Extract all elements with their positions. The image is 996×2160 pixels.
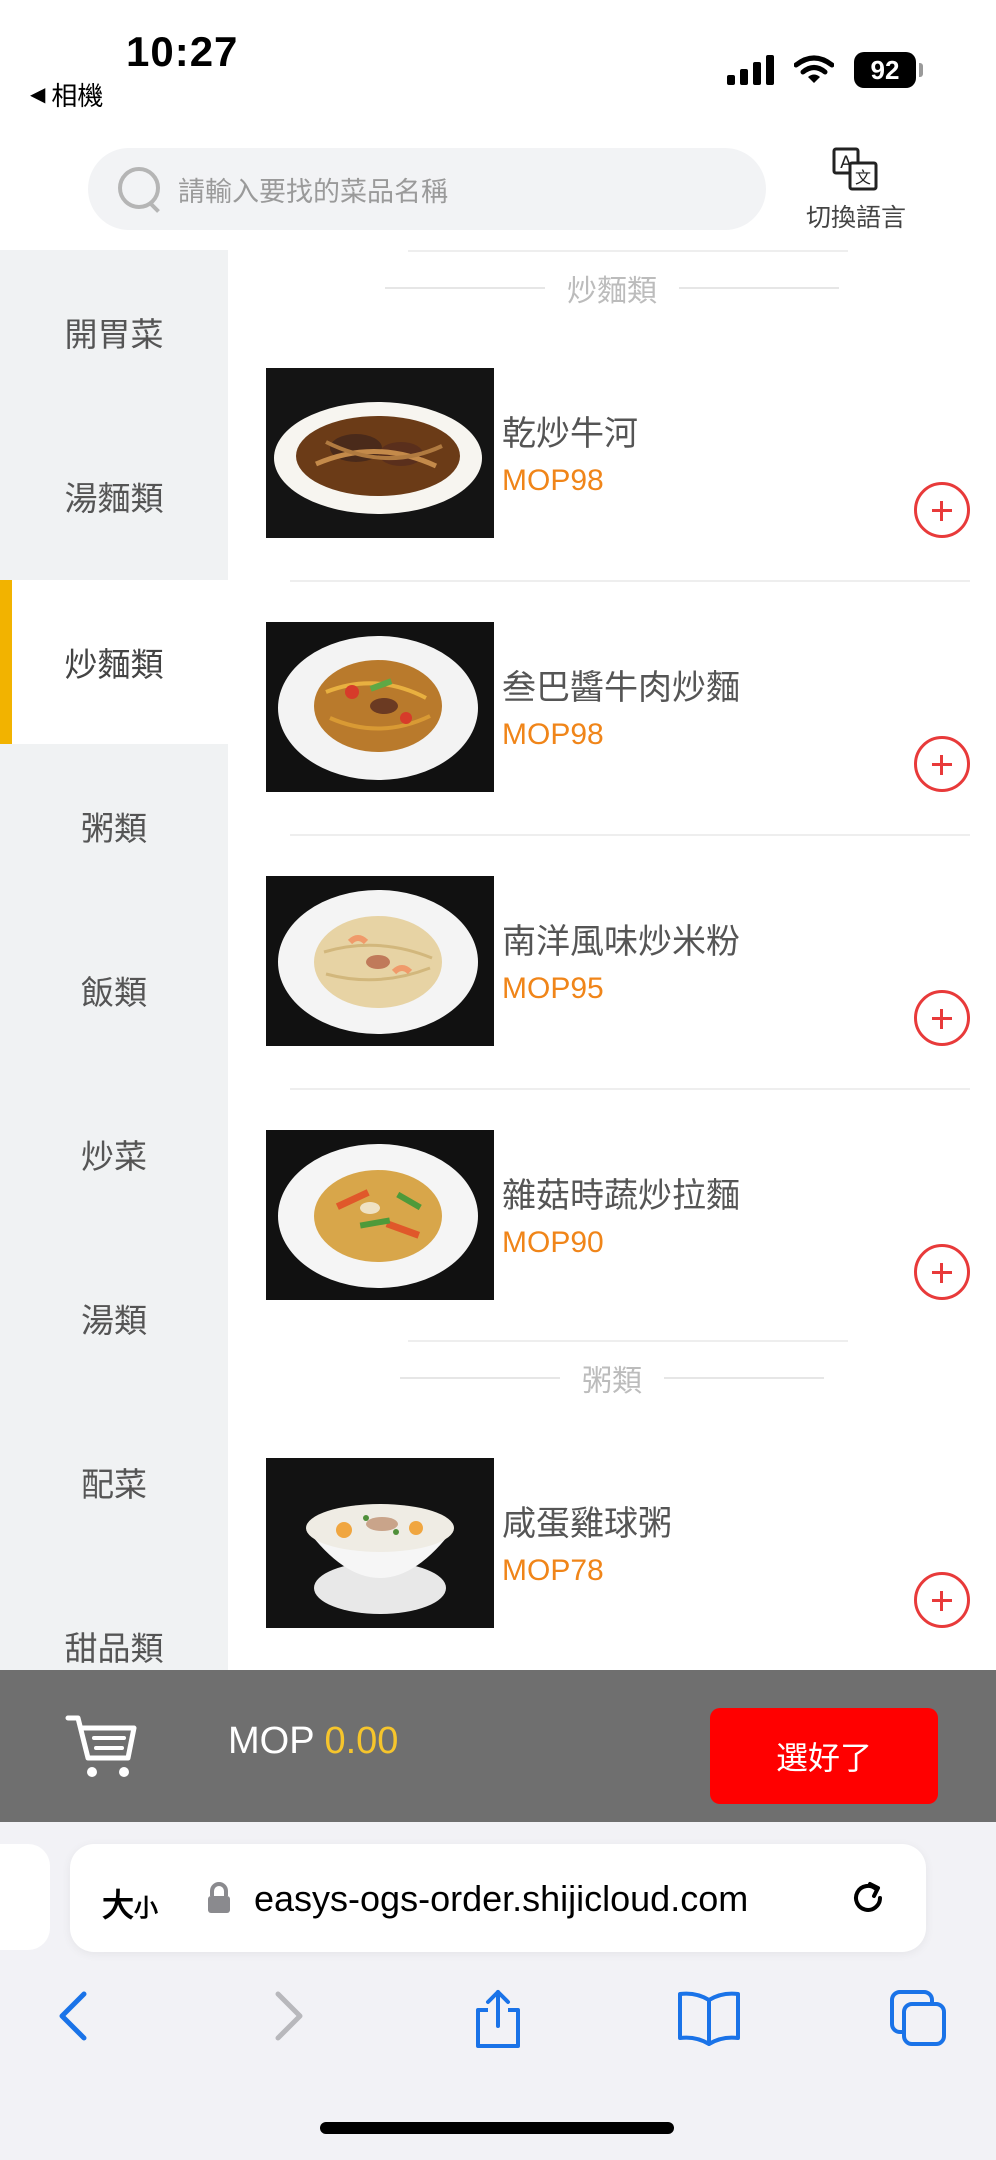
dish-name: 雜菇時蔬炒拉麵: [502, 1177, 740, 1215]
dish-image: [266, 368, 494, 538]
dish-divider: [290, 834, 970, 836]
text-size-small: 小: [134, 1895, 159, 1922]
tabs-icon[interactable]: [888, 1988, 948, 2048]
lock-icon: [208, 1882, 230, 1913]
section-header: 炒麵類: [228, 258, 996, 318]
svg-text:文: 文: [855, 168, 871, 187]
reload-icon[interactable]: [846, 1876, 890, 1920]
home-indicator[interactable]: [320, 2122, 674, 2134]
dish-price: MOP98: [502, 464, 604, 497]
dish-image: [266, 1130, 494, 1300]
section-header: 粥類: [228, 1348, 996, 1408]
dish-card[interactable]: 咸蛋雞球粥 MOP78: [228, 1458, 996, 1670]
switch-language-button[interactable]: A 文 切換語言: [796, 146, 916, 236]
dish-image: [266, 622, 494, 792]
cart-bar: MOP 0.00 選好了: [0, 1670, 996, 1822]
address-bar[interactable]: 大小 easys-ogs-order.shijicloud.com: [70, 1844, 926, 1952]
back-app-label: 相機: [51, 81, 104, 111]
back-triangle-icon: ◀: [30, 84, 46, 106]
section-line: [400, 1377, 560, 1379]
cellular-signal-icon: [727, 55, 774, 85]
section-divider: [408, 1340, 848, 1342]
dish-card[interactable]: 南洋風味炒米粉 MOP95: [228, 876, 996, 1130]
status-time: 10:27: [126, 28, 239, 75]
add-to-cart-button[interactable]: [914, 1572, 970, 1628]
dish-name: 叁巴醬牛肉炒麵: [502, 669, 740, 707]
dish-image: [266, 1458, 494, 1628]
dish-name: 咸蛋雞球粥: [502, 1505, 672, 1543]
category-item[interactable]: 炒菜: [0, 1072, 228, 1236]
add-to-cart-button[interactable]: [914, 736, 970, 792]
text-size-button[interactable]: 大小: [102, 1880, 158, 1926]
dish-image: [266, 876, 494, 1046]
dish-price: MOP90: [502, 1226, 604, 1259]
cart-total: MOP 0.00: [228, 1720, 398, 1763]
status-icons: 92: [727, 52, 923, 88]
checkout-button[interactable]: 選好了: [710, 1708, 938, 1804]
category-item[interactable]: 開胃菜: [0, 250, 228, 414]
search-placeholder: 請輸入要找的菜品名稱: [178, 176, 448, 207]
menu-list[interactable]: 炒麵類 乾炒牛河 MOP98 叁巴醬牛肉炒麵 MOP98 南洋風味炒米粉 MOP…: [228, 250, 996, 1670]
shopping-cart-icon[interactable]: [64, 1712, 140, 1782]
cart-amount: 0.00: [324, 1720, 399, 1762]
browser-toolbar: [0, 1982, 996, 2102]
category-item[interactable]: 飯類: [0, 908, 228, 1072]
search-icon: [116, 165, 164, 213]
dish-price: MOP78: [502, 1554, 604, 1587]
category-item[interactable]: 粥類: [0, 744, 228, 908]
add-to-cart-button[interactable]: [914, 990, 970, 1046]
search-input[interactable]: 請輸入要找的菜品名稱: [88, 148, 766, 230]
share-icon[interactable]: [470, 1988, 526, 2050]
translate-icon: A 文: [832, 147, 878, 191]
section-line: [664, 1377, 824, 1379]
category-item[interactable]: 配菜: [0, 1400, 228, 1564]
dish-name: 南洋風味炒米粉: [502, 923, 740, 961]
cart-currency: MOP: [228, 1720, 314, 1762]
section-line: [679, 287, 839, 289]
url-text: easys-ogs-order.shijicloud.com: [254, 1878, 749, 1919]
dish-price: MOP98: [502, 718, 604, 751]
category-item[interactable]: 湯類: [0, 1236, 228, 1400]
back-chevron-icon[interactable]: [54, 1988, 94, 2044]
section-title: 粥類: [582, 1365, 642, 1398]
section-divider: [408, 250, 848, 252]
dish-divider: [290, 580, 970, 582]
dish-name: 乾炒牛河: [502, 415, 638, 453]
add-to-cart-button[interactable]: [914, 1244, 970, 1300]
category-item[interactable]: 湯麵類: [0, 414, 228, 578]
browser-chrome: 大小 easys-ogs-order.shijicloud.com: [0, 1822, 996, 2160]
category-item-active[interactable]: 炒麵類: [0, 580, 228, 744]
category-sidebar: 開胃菜 湯麵類 炒麵類 粥類 飯類 炒菜 湯類 配菜 甜品類: [0, 250, 228, 1670]
text-size-large: 大: [102, 1887, 135, 1923]
dish-divider: [290, 1088, 970, 1090]
wifi-icon: [794, 55, 834, 83]
dish-price: MOP95: [502, 972, 604, 1005]
dish-card[interactable]: 乾炒牛河 MOP98: [228, 368, 996, 622]
previous-tab-peek[interactable]: [0, 1844, 50, 1950]
status-bar: 10:27 ◀ 相機 92: [0, 0, 996, 130]
section-line: [385, 287, 545, 289]
battery-icon: 92: [854, 52, 923, 88]
section-title: 炒麵類: [567, 275, 657, 308]
dish-card[interactable]: 叁巴醬牛肉炒麵 MOP98: [228, 622, 996, 876]
back-to-app-link[interactable]: ◀ 相機: [30, 76, 103, 113]
bookmarks-icon[interactable]: [676, 1988, 742, 2046]
forward-chevron-icon[interactable]: [268, 1988, 308, 2044]
dish-card[interactable]: 雜菇時蔬炒拉麵 MOP90: [228, 1130, 996, 1384]
add-to-cart-button[interactable]: [914, 482, 970, 538]
switch-language-label: 切換語言: [805, 204, 906, 232]
